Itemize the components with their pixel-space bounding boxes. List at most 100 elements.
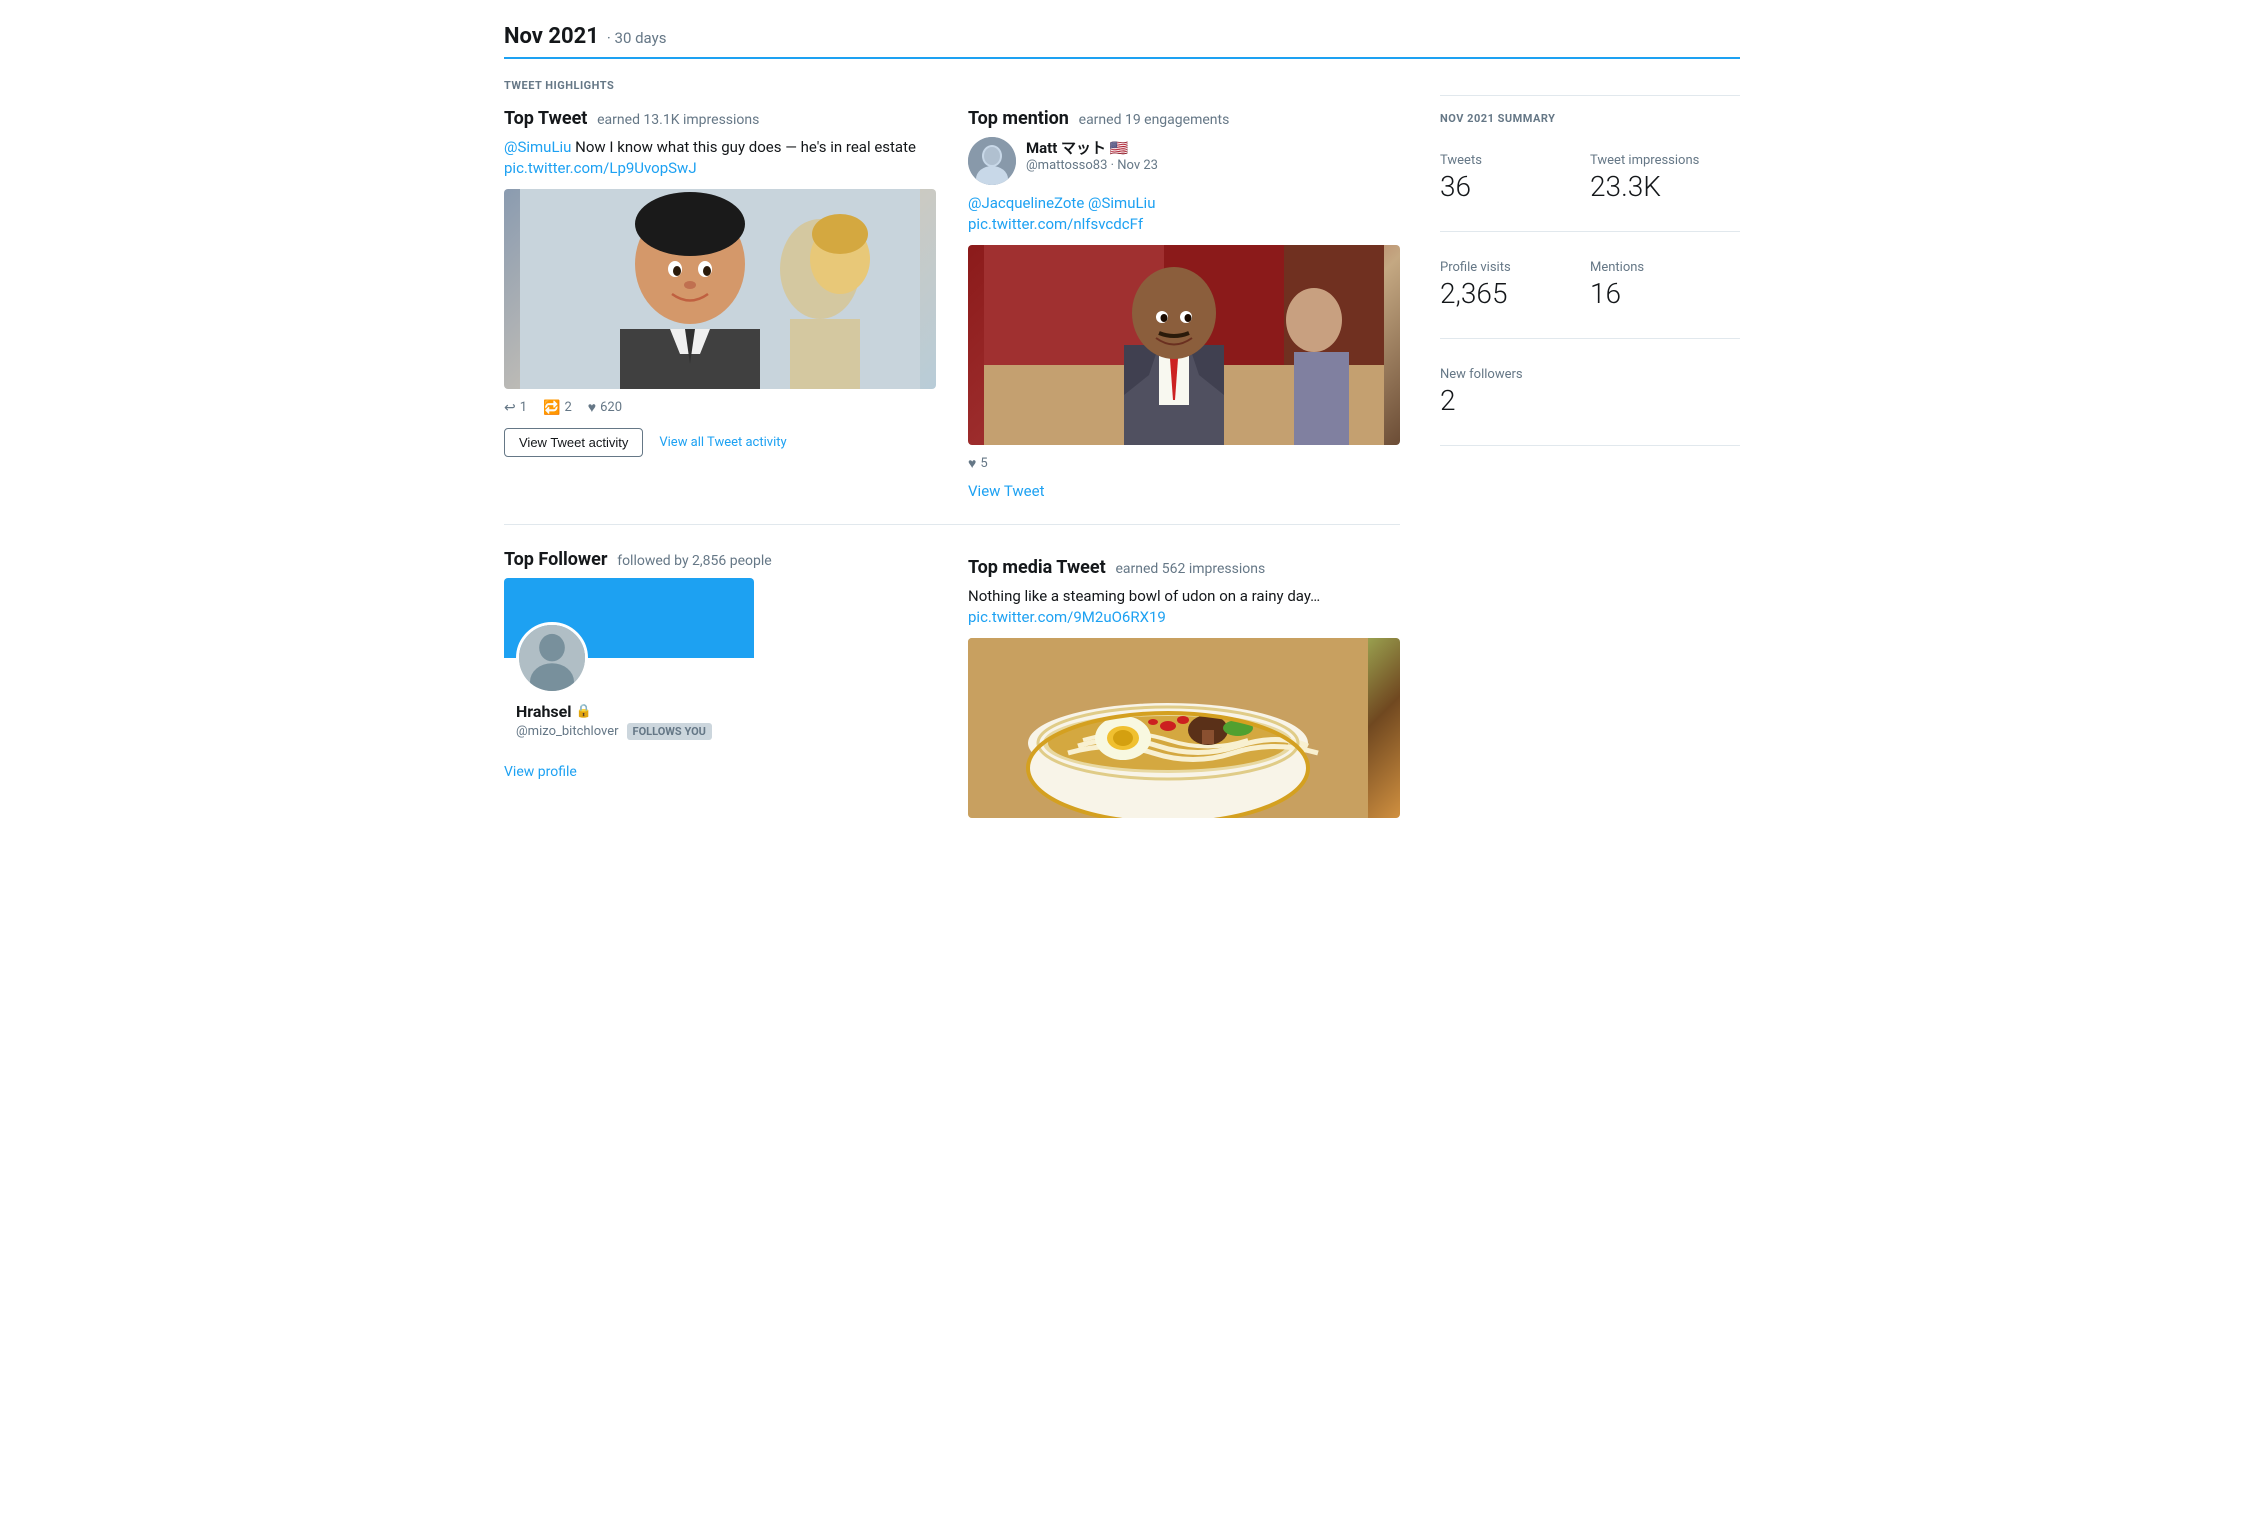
top-tweet-header: Top Tweet earned 13.1K impressions bbox=[504, 108, 936, 129]
mention-jacqueline-link[interactable]: @JacquelineZote bbox=[968, 194, 1084, 212]
follower-name: Hrahsel 🔒 bbox=[516, 702, 742, 721]
follower-body: Hrahsel 🔒 @mizo_bitchlover FOLLOWS YOU bbox=[504, 622, 754, 752]
mention-author-name: Matt マット 🇺🇸 bbox=[1026, 137, 1400, 158]
top-follower-count: followed by 2,856 people bbox=[617, 553, 772, 569]
follower-display-name: Hrahsel bbox=[516, 702, 572, 721]
mention-date: · Nov 23 bbox=[1111, 158, 1158, 173]
mention-view-tweet: View Tweet bbox=[968, 482, 1400, 500]
stats-divider-1 bbox=[1440, 231, 1740, 232]
mention-likes-count: 5 bbox=[980, 456, 987, 471]
mention-handle: @mattosso83 bbox=[1026, 158, 1107, 173]
mention-avatar bbox=[968, 137, 1016, 185]
impressions-stat-cell: Tweet impressions 23.3K bbox=[1590, 141, 1740, 215]
mention-avatar-svg bbox=[968, 137, 1016, 185]
top-media-text-body: Nothing like a steaming bowl of udon on … bbox=[968, 587, 1320, 605]
top-tweet-actions: View Tweet activity View all Tweet activ… bbox=[504, 428, 936, 457]
tweet-likes-stat: ♥ 620 bbox=[588, 399, 622, 416]
top-media-label: Top media Tweet bbox=[968, 557, 1106, 578]
view-tweet-link[interactable]: View Tweet bbox=[968, 482, 1044, 500]
retweet-icon: 🔁 bbox=[543, 400, 560, 416]
tweets-value: 36 bbox=[1440, 170, 1590, 203]
highlights-grid: Top Tweet earned 13.1K impressions @Simu… bbox=[504, 108, 1400, 500]
top-media-header: Top media Tweet earned 562 impressions bbox=[968, 557, 1400, 578]
impressions-label: Tweet impressions bbox=[1590, 153, 1740, 168]
new-followers-stat-cell: New followers 2 bbox=[1440, 355, 1740, 429]
lock-icon: 🔒 bbox=[576, 704, 592, 719]
top-tweet-block: Top Tweet earned 13.1K impressions @Simu… bbox=[504, 108, 936, 500]
bottom-highlights-grid: Top Follower followed by 2,856 people bbox=[504, 549, 1400, 818]
profile-visits-stat-cell: Profile visits 2,365 bbox=[1440, 248, 1590, 322]
follower-card-section: Hrahsel 🔒 @mizo_bitchlover FOLLOWS YOU bbox=[504, 578, 936, 752]
page-header: Nov 2021 · 30 days bbox=[504, 24, 1740, 49]
tweets-label: Tweets bbox=[1440, 153, 1590, 168]
mention-image-svg bbox=[984, 245, 1384, 445]
stats-divider-3 bbox=[1440, 445, 1740, 446]
mention-like-icon: ♥ bbox=[968, 455, 976, 472]
mention-tweet-stats: ♥ 5 bbox=[968, 455, 1400, 472]
top-follower-block: Top Follower followed by 2,856 people bbox=[504, 549, 936, 818]
sidebar-top-divider bbox=[1440, 95, 1740, 96]
top-media-block: Top media Tweet earned 562 impressions N… bbox=[968, 549, 1400, 818]
tweets-stat-cell: Tweets 36 bbox=[1440, 141, 1590, 215]
top-mention-engagements: earned 19 engagements bbox=[1079, 112, 1230, 128]
new-followers-label: New followers bbox=[1440, 367, 1740, 382]
udon-svg bbox=[968, 638, 1368, 818]
tweet-replies-count: 1 bbox=[520, 400, 527, 415]
mention-avatar-img bbox=[968, 137, 1016, 185]
follower-handle-row: @mizo_bitchlover FOLLOWS YOU bbox=[516, 723, 742, 740]
mention-image-link[interactable]: pic.twitter.com/nlfsvcdcFf bbox=[968, 215, 1143, 233]
top-follower-label: Top Follower bbox=[504, 549, 607, 570]
mention-handle-date: @mattosso83 · Nov 23 bbox=[1026, 158, 1400, 173]
highlights-section-label: TWEET HIGHLIGHTS bbox=[504, 79, 1400, 92]
tweet-likes-count: 620 bbox=[600, 400, 622, 415]
top-tweet-image bbox=[504, 189, 936, 389]
view-profile-link[interactable]: View profile bbox=[504, 764, 577, 780]
page-title: Nov 2021 bbox=[504, 24, 599, 49]
view-all-tweet-activity-link[interactable]: View all Tweet activity bbox=[659, 435, 786, 450]
mention-likes-stat: ♥ 5 bbox=[968, 455, 988, 472]
top-media-impressions: earned 562 impressions bbox=[1115, 561, 1265, 577]
top-tweet-text: @SimuLiu Now I know what this guy does —… bbox=[504, 137, 936, 179]
profile-visits-value: 2,365 bbox=[1440, 277, 1590, 310]
top-mention-header: Top mention earned 19 engagements bbox=[968, 108, 1400, 129]
follower-avatar-svg bbox=[519, 622, 585, 691]
top-tweet-image-link[interactable]: pic.twitter.com/Lp9UvopSwJ bbox=[504, 159, 697, 177]
tweet-replies-stat: ↩ 1 bbox=[504, 400, 527, 416]
right-sidebar: NOV 2021 SUMMARY Tweets 36 Tweet impress… bbox=[1440, 79, 1740, 818]
highlights-divider bbox=[504, 524, 1400, 525]
top-tweet-mention-link[interactable]: @SimuLiu bbox=[504, 138, 571, 156]
simu-liu-svg bbox=[504, 189, 936, 389]
page-subtitle: · 30 days bbox=[607, 29, 667, 47]
top-tweet-label: Top Tweet bbox=[504, 108, 587, 129]
mentions-label: Mentions bbox=[1590, 260, 1740, 275]
tweet-retweets-stat: 🔁 2 bbox=[543, 400, 572, 416]
top-tweet-body: Now I know what this guy does — he's in … bbox=[571, 138, 916, 156]
left-column: TWEET HIGHLIGHTS Top Tweet earned 13.1K … bbox=[504, 79, 1400, 818]
mentions-value: 16 bbox=[1590, 277, 1740, 310]
mention-tweet-text: @JacquelineZote @SimuLiu pic.twitter.com… bbox=[968, 193, 1400, 235]
mentions-stat-cell: Mentions 16 bbox=[1590, 248, 1740, 322]
follower-handle: @mizo_bitchlover bbox=[516, 724, 619, 739]
reply-icon: ↩ bbox=[504, 400, 516, 416]
top-tweet-impressions: earned 13.1K impressions bbox=[597, 112, 759, 128]
mention-simu-link[interactable]: @SimuLiu bbox=[1088, 194, 1155, 212]
top-tweet-stats: ↩ 1 🔁 2 ♥ 620 bbox=[504, 399, 936, 416]
mention-info: Matt マット 🇺🇸 @mattosso83 · Nov 23 bbox=[1026, 137, 1400, 173]
blue-divider bbox=[504, 57, 1740, 59]
follower-card: Hrahsel 🔒 @mizo_bitchlover FOLLOWS YOU bbox=[504, 578, 754, 752]
top-mention-block: Top mention earned 19 engagements bbox=[968, 108, 1400, 500]
profile-visits-label: Profile visits bbox=[1440, 260, 1590, 275]
follower-avatar-wrap bbox=[516, 622, 742, 694]
follows-you-badge: FOLLOWS YOU bbox=[627, 723, 712, 740]
mention-tweet-image bbox=[968, 245, 1400, 445]
new-followers-value: 2 bbox=[1440, 384, 1740, 417]
view-tweet-activity-button[interactable]: View Tweet activity bbox=[504, 428, 643, 457]
top-media-image bbox=[968, 638, 1400, 818]
main-layout: TWEET HIGHLIGHTS Top Tweet earned 13.1K … bbox=[504, 79, 1740, 818]
top-media-tweet-text: Nothing like a steaming bowl of udon on … bbox=[968, 586, 1400, 628]
page-container: Nov 2021 · 30 days TWEET HIGHLIGHTS Top … bbox=[472, 0, 1772, 842]
sidebar-section-label: NOV 2021 SUMMARY bbox=[1440, 112, 1740, 125]
follower-avatar-inner bbox=[519, 625, 585, 691]
top-media-image-link[interactable]: pic.twitter.com/9M2uO6RX19 bbox=[968, 608, 1166, 626]
mention-author-header: Matt マット 🇺🇸 @mattosso83 · Nov 23 bbox=[968, 137, 1400, 185]
